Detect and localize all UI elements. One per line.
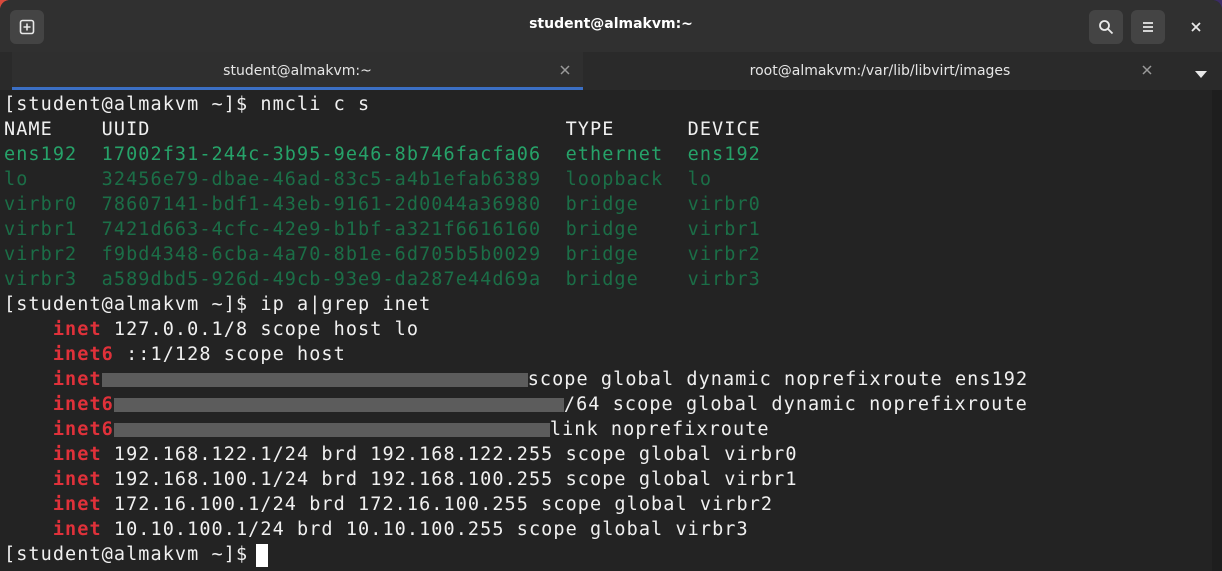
nmcli-row: lo 32456e79-dbae-46ad-83c5-a4b1efab6389 …	[4, 169, 713, 190]
prompt: [student@almakvm ~]$	[4, 294, 249, 315]
inet-details: 192.168.100.1/24 brd 192.168.100.255 sco…	[101, 469, 798, 490]
inet-details: link noprefixroute	[549, 419, 770, 440]
inet-line: inet 127.0.0.1/8 scope host lo	[4, 317, 419, 342]
title-bar: student@almakvm:~	[0, 0, 1222, 53]
close-window-button[interactable]	[1179, 10, 1213, 44]
inet-line: inet 192.168.122.1/24 brd 192.168.122.25…	[4, 442, 798, 467]
inet-line: inet6 link noprefixroute	[4, 417, 770, 442]
close-tab-button[interactable]	[1138, 62, 1156, 80]
prompt: [student@almakvm ~]$	[4, 94, 249, 115]
inet-line: inet6/64 scope global dynamic noprefixro…	[4, 392, 1028, 417]
command-text: ip a|grep inet	[260, 294, 432, 315]
redacted-address	[113, 423, 550, 437]
tab-student[interactable]: student@almakvm:~	[12, 52, 583, 90]
inet-line: inet scope global dynamic noprefixroute e…	[4, 367, 1028, 392]
inet-line: inet6 ::1/128 scope host	[4, 342, 346, 367]
inet-keyword: inet6	[52, 419, 114, 440]
terminal-window: student@almakvm:~ student@almakvm:~ root…	[0, 0, 1222, 571]
command-text: nmcli c s	[260, 94, 371, 115]
close-icon	[560, 63, 570, 79]
tab-root[interactable]: root@almakvm:/var/lib/libvirt/images	[585, 52, 1175, 90]
inet-keyword: inet6	[52, 344, 114, 365]
close-icon	[1142, 63, 1152, 79]
redacted-address	[113, 398, 564, 412]
nmcli-row: virbr2 f9bd4348-6cba-4a70-8b1e-6d705b5b0…	[4, 244, 761, 265]
chevron-down-icon	[1194, 64, 1208, 83]
nmcli-row: virbr1 7421d663-4cfc-42e9-b1bf-a321f6616…	[4, 219, 761, 240]
tab-label: student@almakvm:~	[223, 63, 372, 79]
scrollbar[interactable]	[1212, 90, 1222, 571]
inet-line: inet 10.10.100.1/24 brd 10.10.100.255 sc…	[4, 517, 749, 542]
window-title: student@almakvm:~	[529, 16, 693, 32]
hamburger-menu-icon	[1141, 20, 1155, 34]
inet-keyword: inet	[52, 369, 102, 390]
nmcli-row: virbr0 78607141-bdf1-43eb-9161-2d0044a36…	[4, 194, 761, 215]
inet-keyword: inet	[52, 319, 102, 340]
command-line: [student@almakvm ~]$	[4, 542, 260, 567]
nmcli-row: virbr3 a589dbd5-926d-49cb-93e9-da287e44d…	[4, 269, 761, 290]
inet-keyword: inet	[52, 519, 102, 540]
command-line: [student@almakvm ~]$ ip a|grep inet	[4, 292, 431, 317]
inet-details: ::1/128 scope host	[113, 344, 346, 365]
tab-bar: student@almakvm:~ root@almakvm:/var/lib/…	[0, 52, 1222, 90]
tabs-menu-button[interactable]	[1194, 64, 1210, 78]
search-button[interactable]	[1089, 10, 1123, 44]
close-tab-button[interactable]	[556, 62, 574, 80]
tab-label: root@almakvm:/var/lib/libvirt/images	[749, 63, 1011, 79]
inet-details: 127.0.0.1/8 scope host lo	[101, 319, 420, 340]
inet-details: /64 scope global dynamic noprefixroute	[563, 394, 1028, 415]
redacted-address	[101, 373, 528, 387]
prompt: [student@almakvm ~]$	[4, 544, 249, 565]
inet-line: inet 192.168.100.1/24 brd 192.168.100.25…	[4, 467, 798, 492]
inet-keyword: inet6	[52, 394, 114, 415]
search-icon	[1098, 19, 1114, 35]
menu-button[interactable]	[1131, 10, 1165, 44]
nmcli-header: NAME UUID TYPE DEVICE	[4, 119, 761, 140]
inet-keyword: inet	[52, 494, 102, 515]
inet-details: 10.10.100.1/24 brd 10.10.100.255 scope g…	[101, 519, 749, 540]
inet-details: 172.16.100.1/24 brd 172.16.100.255 scope…	[101, 494, 774, 515]
inet-keyword: inet	[52, 469, 102, 490]
inet-details: 192.168.122.1/24 brd 192.168.122.255 sco…	[101, 444, 798, 465]
text-cursor	[256, 544, 268, 567]
inet-details: scope global dynamic noprefixroute ens19…	[527, 369, 1029, 390]
nmcli-row: ens192 17002f31-244c-3b95-9e46-8b746facf…	[4, 144, 761, 165]
inet-line: inet 172.16.100.1/24 brd 172.16.100.255 …	[4, 492, 773, 517]
inet-keyword: inet	[52, 444, 102, 465]
terminal-output[interactable]: [student@almakvm ~]$ nmcli c s NAME UUID…	[0, 90, 1222, 571]
close-icon	[1190, 21, 1202, 33]
command-line: [student@almakvm ~]$ nmcli c s	[4, 92, 370, 117]
